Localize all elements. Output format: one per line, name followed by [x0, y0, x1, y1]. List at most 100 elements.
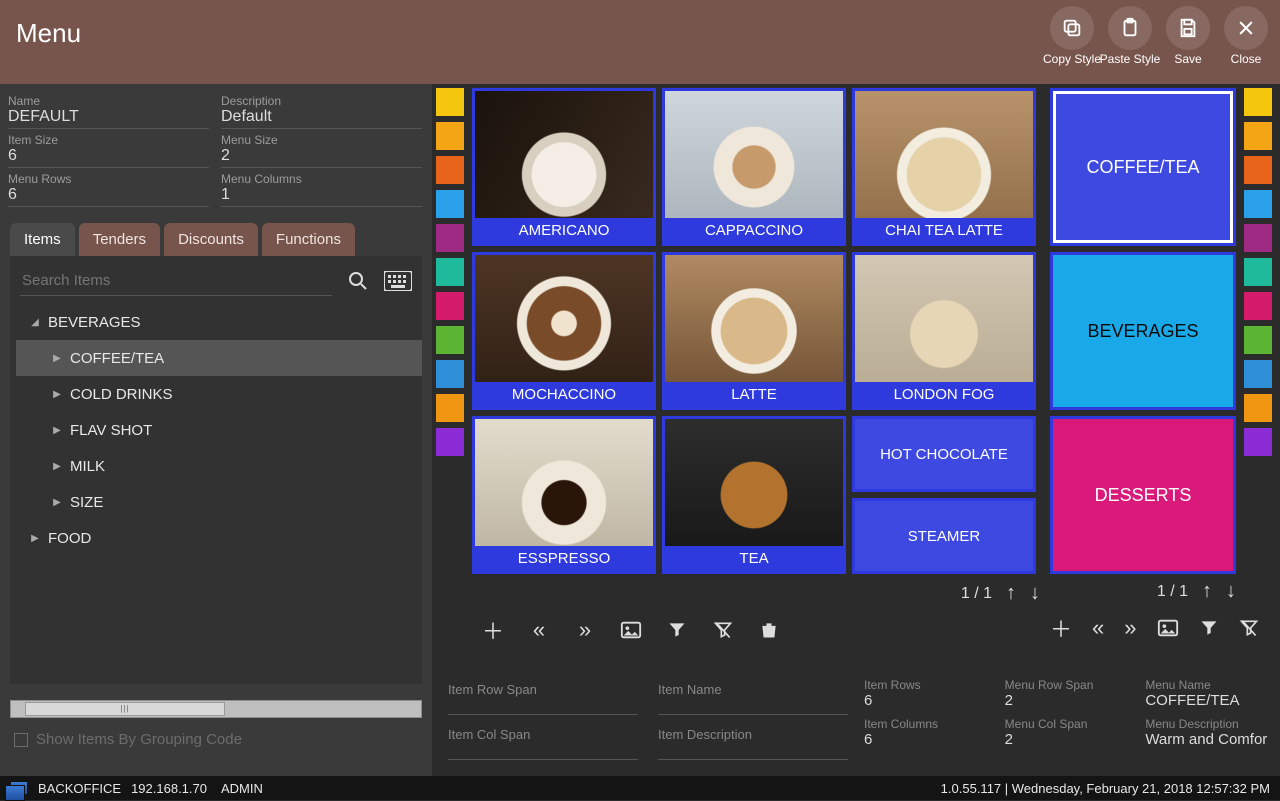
color-swatch[interactable]: [1244, 88, 1272, 116]
menu-item-card[interactable]: ESSPRESSO: [472, 416, 656, 574]
color-swatch[interactable]: [436, 88, 464, 116]
color-swatch[interactable]: [436, 156, 464, 184]
menu-item-card[interactable]: AMERICANO: [472, 88, 656, 246]
color-swatch[interactable]: [1244, 224, 1272, 252]
field-value[interactable]: [658, 697, 848, 715]
color-swatch[interactable]: [436, 292, 464, 320]
tree-item-label: FLAV SHOT: [70, 422, 152, 439]
first-button[interactable]: «: [526, 617, 552, 643]
items-page-up[interactable]: ↑: [1006, 582, 1016, 605]
field-value[interactable]: [658, 742, 848, 760]
tree-item[interactable]: ▶COFFEE/TEA: [16, 340, 422, 376]
menu-item-card[interactable]: MOCHACCINO: [472, 252, 656, 410]
item-size-field[interactable]: 6: [8, 147, 209, 168]
menu-item-card[interactable]: LATTE: [662, 252, 846, 410]
color-swatch[interactable]: [1244, 292, 1272, 320]
last-button[interactable]: »: [572, 617, 598, 643]
field-value[interactable]: Warm and Comfor: [1145, 731, 1270, 748]
color-swatch[interactable]: [436, 428, 464, 456]
cats-add-button[interactable]: ＋: [1050, 615, 1072, 641]
grouping-code-label: Show Items By Grouping Code: [36, 731, 242, 748]
color-swatch[interactable]: [1244, 190, 1272, 218]
search-input[interactable]: [20, 266, 332, 296]
tree-item[interactable]: ◢BEVERAGES: [16, 304, 422, 340]
field-label: Menu Name: [1145, 678, 1270, 692]
menu-item-card[interactable]: HOT CHOCOLATE: [852, 416, 1036, 492]
tree-item[interactable]: ▶MILK: [16, 448, 422, 484]
color-swatch[interactable]: [1244, 258, 1272, 286]
field-label: Item Rows: [864, 678, 989, 692]
color-swatch[interactable]: [436, 258, 464, 286]
cats-filter-clear-button[interactable]: [1239, 615, 1259, 641]
menu-rows-field[interactable]: 6: [8, 186, 209, 207]
menu-item-card[interactable]: CHAI TEA LATTE: [852, 88, 1036, 246]
color-swatch[interactable]: [1244, 394, 1272, 422]
cats-filter-add-button[interactable]: [1199, 615, 1219, 641]
name-field[interactable]: DEFAULT: [8, 108, 209, 129]
image-button[interactable]: [618, 617, 644, 643]
color-swatch[interactable]: [436, 394, 464, 422]
add-item-button[interactable]: ＋: [480, 617, 506, 643]
grouping-code-checkbox[interactable]: [14, 733, 28, 747]
tree-item-label: SIZE: [70, 494, 103, 511]
tree-item[interactable]: ▶COLD DRINKS: [16, 376, 422, 412]
field-value[interactable]: COFFEE/TEA: [1145, 692, 1270, 709]
category-card[interactable]: DESSERTS: [1050, 416, 1236, 574]
cats-image-button[interactable]: [1157, 615, 1179, 641]
field-value[interactable]: 6: [864, 731, 989, 748]
search-icon[interactable]: [346, 269, 370, 293]
cats-page-up[interactable]: ↑: [1202, 580, 1212, 603]
color-swatch[interactable]: [436, 360, 464, 388]
keyboard-icon[interactable]: [384, 271, 412, 291]
menu-item-card[interactable]: CAPPACCINO: [662, 88, 846, 246]
filter-clear-button[interactable]: [710, 617, 736, 643]
menu-item-card[interactable]: LONDON FOG: [852, 252, 1036, 410]
menu-item-label: AMERICANO: [475, 218, 653, 243]
cats-last-button[interactable]: »: [1124, 615, 1136, 641]
field-value[interactable]: 2: [1005, 692, 1130, 709]
delete-button[interactable]: [756, 617, 782, 643]
tree-item[interactable]: ▶FOOD: [16, 520, 422, 556]
tree-item[interactable]: ▶FLAV SHOT: [16, 412, 422, 448]
category-card[interactable]: COFFEE/TEA: [1050, 88, 1236, 246]
color-swatch[interactable]: [1244, 428, 1272, 456]
tab-tenders[interactable]: Tenders: [79, 223, 160, 256]
color-swatch[interactable]: [1244, 156, 1272, 184]
menu-item-card[interactable]: STEAMER: [852, 498, 1036, 574]
copy-style-button[interactable]: Copy Style: [1048, 6, 1096, 66]
tab-discounts[interactable]: Discounts: [164, 223, 258, 256]
tree-item[interactable]: ▶SIZE: [16, 484, 422, 520]
save-button[interactable]: Save: [1164, 6, 1212, 66]
color-swatch[interactable]: [436, 122, 464, 150]
tab-functions[interactable]: Functions: [262, 223, 355, 256]
menu-item-card[interactable]: TEA: [662, 416, 846, 574]
category-card[interactable]: BEVERAGES: [1050, 252, 1236, 410]
close-button[interactable]: Close: [1222, 6, 1270, 66]
menu-columns-field[interactable]: 1: [221, 186, 422, 207]
field-value[interactable]: [448, 742, 638, 760]
menu-size-field[interactable]: 2: [221, 147, 422, 168]
description-field[interactable]: Default: [221, 108, 422, 129]
tab-items[interactable]: Items: [10, 223, 75, 256]
items-page-down[interactable]: ↓: [1030, 582, 1040, 605]
color-swatch[interactable]: [1244, 326, 1272, 354]
item-size-label: Item Size: [8, 133, 209, 147]
menu-detail-fields: Item Rows6Menu Row Span2Menu NameCOFFEE/…: [864, 678, 1270, 748]
cats-page-down[interactable]: ↓: [1226, 580, 1236, 603]
field-value[interactable]: [448, 697, 638, 715]
paste-icon: [1108, 6, 1152, 50]
color-swatch[interactable]: [436, 224, 464, 252]
save-label: Save: [1174, 52, 1201, 66]
header: Menu Copy Style Paste Style Save Close: [0, 0, 1280, 84]
color-swatch[interactable]: [1244, 122, 1272, 150]
color-swatch[interactable]: [436, 326, 464, 354]
color-swatch[interactable]: [1244, 360, 1272, 388]
paste-style-button[interactable]: Paste Style: [1106, 6, 1154, 66]
color-swatch[interactable]: [436, 190, 464, 218]
cats-first-button[interactable]: «: [1092, 615, 1104, 641]
horizontal-scrollbar[interactable]: [10, 700, 422, 718]
filter-add-button[interactable]: [664, 617, 690, 643]
field-value[interactable]: 6: [864, 692, 989, 709]
field-value[interactable]: 2: [1005, 731, 1130, 748]
field-label: Item Name: [658, 682, 848, 697]
